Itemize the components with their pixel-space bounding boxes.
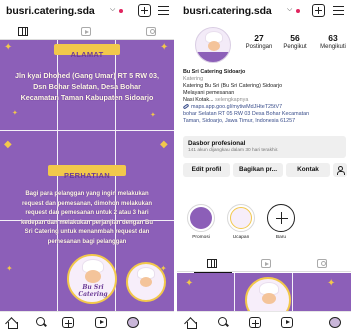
diamond-icon: ◆ [4, 139, 12, 150]
alamat-title: ALAMAT [70, 50, 104, 59]
profile-avatar-icon[interactable] [329, 317, 341, 328]
menu-icon[interactable] [332, 4, 345, 17]
dashboard-title: Dasbor profesional [188, 140, 246, 147]
bottom-nav [0, 311, 174, 331]
star-icon: ✦ [160, 42, 169, 53]
brand-logo: Bu Sri Catering [67, 254, 117, 304]
dashboard-subtitle: 141 akun dijangkau dalam 30 hari terakhi… [188, 148, 279, 153]
content-tabs [177, 256, 351, 274]
highlight-label: Promosi [192, 235, 210, 240]
more-link[interactable]: selengkapnya [215, 97, 248, 103]
profile-username[interactable]: busri.catering.sda [183, 5, 272, 17]
bio-name: Bu Sri Catering Sidoarjo [183, 69, 246, 75]
chevron-down-icon[interactable]: ⌵ [110, 6, 115, 14]
alamat-ribbon: ALAMAT [54, 44, 120, 59]
home-icon[interactable] [185, 317, 197, 329]
star-icon: ✦ [6, 264, 13, 273]
following-stat[interactable]: 63 Mengikuti [317, 33, 349, 50]
star-icon: ✦ [185, 278, 194, 289]
posts-grid[interactable]: ✦ ✦ [177, 273, 351, 311]
bio-line: Melayani pemesanan [183, 90, 235, 96]
right-screenshot: busri.catering.sda ⌵ 27 Postingan 56 Pen… [177, 0, 351, 331]
link-icon [183, 104, 190, 110]
grid-icon[interactable] [194, 259, 232, 274]
contact-button[interactable]: Kontak [286, 163, 330, 177]
bottom-nav [177, 311, 351, 331]
create-icon[interactable] [62, 317, 74, 328]
profile-avatar-icon[interactable] [127, 317, 139, 328]
followers-stat[interactable]: 56 Pengikut [281, 33, 309, 50]
notification-dot [296, 9, 300, 13]
highlight-label: Ucapan [232, 235, 250, 240]
bio-line: Katering Bu Sri (Bu Sri Catering) Sidoar… [183, 83, 283, 89]
share-profile-button[interactable]: Bagikan pr... [233, 163, 283, 177]
posts-stat[interactable]: 27 Postingan [245, 33, 273, 50]
notification-dot [119, 9, 123, 13]
top-bar: busri.catering.sda ⌵ [177, 0, 351, 22]
left-screenshot: busri.catering.sda ⌵ ✦ ✦ ✦ ✦ ◆ ◆ ✦ ✦ ALA… [0, 0, 174, 331]
profile-avatar[interactable] [195, 27, 231, 63]
menu-icon[interactable] [157, 4, 170, 17]
new-post-icon[interactable] [138, 4, 151, 17]
reels-tab-icon[interactable] [261, 259, 271, 268]
star-icon: ✦ [150, 112, 156, 119]
search-icon[interactable] [217, 317, 229, 328]
alamat-text: Jln kyai Dhohed (Gang Umar) RT 5 RW 03, … [14, 71, 160, 102]
bio-line: Nasi Kotak... selengkapnya [183, 97, 249, 103]
reels-icon[interactable] [281, 317, 293, 328]
bio-category: Katering [183, 76, 204, 82]
bio-link[interactable]: maps.app.goo.gl/mytiwMdJHteT25tV7 [183, 104, 349, 111]
perhatian-title: PERHATIAN [64, 171, 110, 180]
bio-address[interactable]: Taman, Sidoarjo, Jawa Timur, Indonesia 6… [183, 118, 349, 125]
perhatian-ribbon: PERHATIAN [48, 165, 126, 180]
chevron-down-icon[interactable]: ⌵ [287, 6, 292, 14]
star-icon: ✦ [4, 42, 13, 53]
diamond-icon: ◆ [160, 139, 168, 150]
profile-username[interactable]: busri.catering.sda [6, 5, 95, 17]
tagged-icon[interactable] [146, 27, 156, 36]
perhatian-text: Bagi para pelanggan yang ingin melakukan… [20, 191, 154, 245]
tagged-icon[interactable] [317, 259, 327, 268]
new-highlight-button[interactable] [267, 204, 295, 232]
search-icon[interactable] [35, 317, 47, 328]
add-person-icon[interactable] [333, 163, 347, 177]
highlight-promosi[interactable] [187, 204, 215, 232]
highlight-ucapan[interactable] [227, 204, 255, 232]
grid-icon[interactable] [5, 27, 43, 42]
posts-grid[interactable]: ✦ ✦ ✦ ✦ ◆ ◆ ✦ ✦ ALAMAT Jln kyai Dhohed (… [0, 40, 174, 311]
content-tabs [0, 24, 174, 42]
edit-profile-button[interactable]: Edit profil [183, 163, 230, 177]
highlight-label: Baru [275, 235, 287, 240]
create-icon[interactable] [249, 317, 261, 328]
reels-icon[interactable] [95, 317, 107, 328]
professional-dashboard[interactable]: Dasbor profesional 141 akun dijangkau da… [183, 136, 346, 158]
reels-tab-icon[interactable] [81, 27, 91, 36]
new-post-icon[interactable] [312, 4, 325, 17]
star-icon: ✦ [12, 110, 18, 117]
logo-tile [126, 262, 166, 302]
home-icon[interactable] [6, 317, 18, 329]
top-bar: busri.catering.sda ⌵ [0, 0, 174, 22]
bio-address[interactable]: bohar Selatan RT 05 RW 03 Desa Bohar Kec… [183, 111, 349, 118]
brand-logo [245, 277, 291, 311]
logo-text: Bu Sri Catering [78, 284, 108, 298]
star-icon: ✦ [327, 278, 336, 289]
